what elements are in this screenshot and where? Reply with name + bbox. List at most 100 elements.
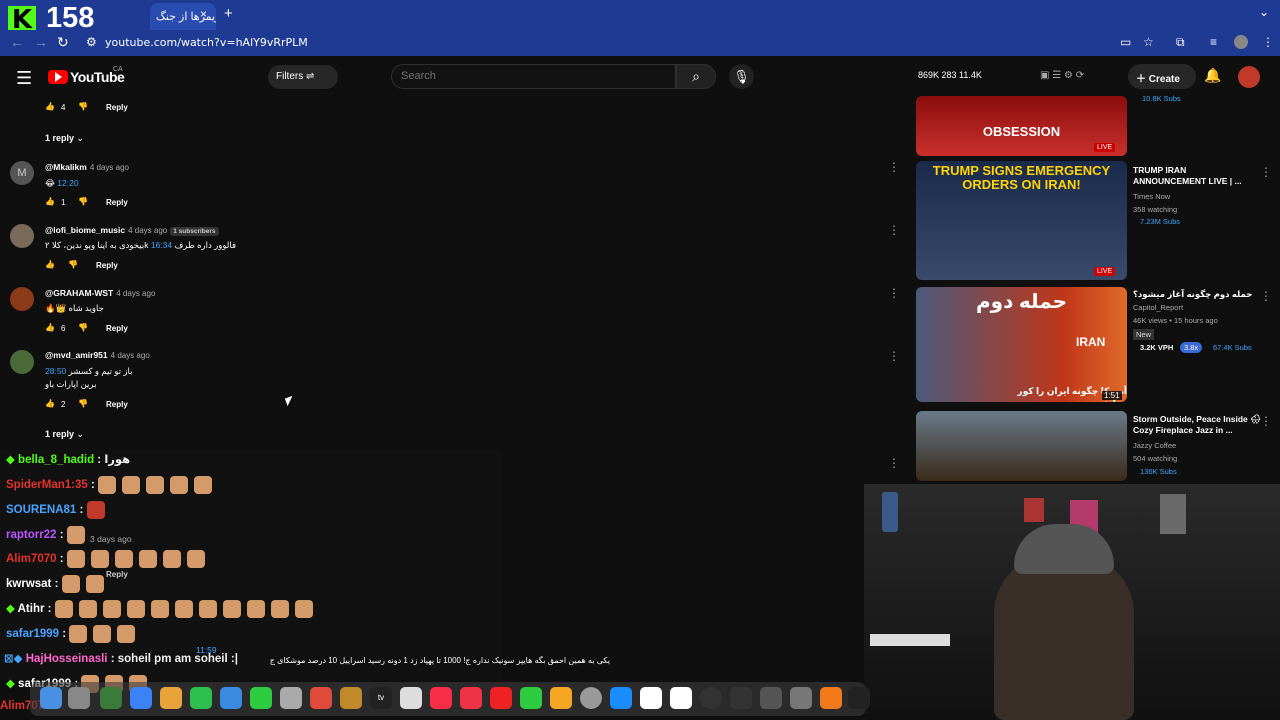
photos-icon[interactable] [280, 687, 302, 709]
launchpad-icon[interactable] [68, 687, 90, 709]
more-options-icon[interactable]: ⋮ [888, 160, 900, 174]
comment-author[interactable]: @Mkalikm 4 days ago [45, 162, 129, 172]
dislike-icon[interactable]: 👎 [78, 323, 88, 332]
back-icon[interactable]: ← [10, 34, 24, 50]
fl-studio-icon[interactable] [820, 687, 842, 709]
new-tab-button[interactable]: + [224, 5, 233, 22]
video-title[interactable]: Storm Outside, Peace Inside 🌧 Cozy Firep… [1133, 414, 1261, 436]
timestamp-link[interactable]: 28:50 [45, 366, 66, 376]
url-field[interactable]: youtube.com/watch?v=hAlY9vRrPLM [105, 36, 308, 49]
like-icon[interactable]: 👍 [45, 399, 55, 408]
channel-name[interactable]: Times Now [1133, 191, 1170, 202]
mail-icon[interactable] [220, 687, 242, 709]
more-options-icon[interactable]: ⋮ [1260, 414, 1272, 428]
news-icon[interactable] [490, 687, 512, 709]
country-code: CA [113, 66, 123, 73]
more-options-icon[interactable]: ⋮ [888, 349, 900, 363]
dislike-icon[interactable]: 👎 [78, 399, 88, 408]
video-thumbnail[interactable]: حمله دوم IRAN آمریکا چگونه ایران را کور … [916, 287, 1127, 402]
reply-button[interactable]: Reply [106, 400, 128, 409]
browser-profile-avatar[interactable] [1234, 35, 1248, 49]
notion-calendar-icon[interactable] [670, 687, 692, 709]
dislike-icon[interactable]: 👎 [68, 260, 78, 269]
bookmark-star-icon[interactable]: ☆ [1143, 35, 1154, 49]
more-options-icon[interactable]: ⋮ [888, 223, 900, 237]
notes-icon[interactable] [340, 687, 362, 709]
app-icon[interactable] [700, 687, 722, 709]
like-icon[interactable]: 👍 [45, 197, 55, 206]
comment-text: 😂 12:20 [45, 178, 79, 188]
replies-toggle[interactable]: 1 reply ⌄ [45, 429, 84, 440]
create-button[interactable]: ＋ Create [1128, 64, 1196, 89]
video-thumbnail[interactable]: TRUMP SIGNS EMERGENCY ORDERS ON IRAN! LI… [916, 161, 1127, 280]
more-options-icon[interactable]: ⋮ [888, 286, 900, 300]
site-info-icon[interactable]: ⚙ [86, 35, 97, 49]
extensions-icon[interactable]: ⧉ [1176, 35, 1185, 50]
browser-menu-icon[interactable]: ⋮ [1262, 35, 1274, 49]
reply-button[interactable]: Reply [106, 198, 128, 207]
more-options-icon[interactable]: ⋮ [1260, 165, 1272, 179]
app-icon[interactable] [730, 687, 752, 709]
search-icon[interactable]: ⌕ [676, 64, 716, 89]
play-icon [55, 72, 62, 82]
channel-name[interactable]: Capitol_Report [1133, 302, 1183, 313]
forward-icon[interactable]: → [34, 34, 48, 50]
filters-button[interactable]: Filters ⇌ [268, 65, 338, 89]
reply-button[interactable]: Reply [96, 261, 118, 270]
tab-close-icon[interactable]: × [200, 7, 207, 21]
messages-icon[interactable] [190, 687, 212, 709]
app-icon[interactable] [310, 687, 332, 709]
music-icon[interactable] [430, 687, 452, 709]
commenter-avatar[interactable] [10, 224, 34, 248]
comment-author[interactable]: @GRAHAM-WST 4 days ago [45, 288, 155, 298]
more-options-icon[interactable]: ⋮ [1260, 289, 1272, 303]
app-icon[interactable] [790, 687, 812, 709]
app-icon[interactable] [760, 687, 782, 709]
video-thumbnail[interactable] [916, 411, 1127, 481]
reply-button[interactable]: Reply [106, 103, 128, 112]
search-input[interactable] [401, 70, 661, 82]
commenter-avatar[interactable] [10, 287, 34, 311]
like-icon[interactable]: 👍 [45, 102, 55, 111]
commenter-avatar[interactable] [10, 350, 34, 374]
video-thumbnail[interactable]: OBSESSION LIVE [916, 96, 1127, 156]
chevron-down-icon[interactable]: ⌄ [1259, 5, 1269, 19]
dislike-icon[interactable]: 👎 [78, 102, 88, 111]
timestamp-link[interactable]: 12:20 [57, 178, 78, 188]
timestamp-link[interactable]: 16:34 [151, 240, 172, 250]
app-icon[interactable] [100, 687, 122, 709]
notion-icon[interactable] [640, 687, 662, 709]
numbers-icon[interactable] [520, 687, 542, 709]
like-icon[interactable]: 👍 [45, 323, 55, 332]
channel-name[interactable]: Jazzy Coffee [1133, 440, 1176, 451]
pages-icon[interactable] [550, 687, 572, 709]
settings-icon[interactable] [580, 687, 602, 709]
video-title[interactable]: TRUMP IRAN ANNOUNCEMENT LIVE | ... [1133, 165, 1261, 187]
files-icon[interactable] [400, 687, 422, 709]
like-icon[interactable]: 👍 [45, 260, 55, 269]
comment-author[interactable]: @lofi_biome_music 4 days ago 1 subscribers [45, 225, 219, 236]
comment-author[interactable]: @mvd_amir951 4 days ago [45, 350, 150, 360]
app-store-icon[interactable] [610, 687, 632, 709]
notifications-bell-icon[interactable]: 🔔 [1204, 67, 1221, 84]
tv-icon[interactable]: tv [370, 687, 392, 709]
more-options-icon[interactable]: ⋮ [888, 456, 900, 470]
video-title[interactable]: حمله دوم چگونه آغاز میشود؟ [1133, 289, 1261, 300]
menu-icon[interactable]: ☰ [16, 68, 32, 89]
reply-button[interactable]: Reply [106, 324, 128, 333]
account-avatar[interactable] [1238, 66, 1260, 88]
extension-icons[interactable]: ▣ ☰ ⚙ ⟳ [1040, 70, 1084, 81]
app-icon[interactable] [848, 687, 870, 709]
microphone-icon[interactable]: 🎙 [729, 64, 754, 89]
commenter-avatar[interactable]: M [10, 161, 34, 185]
cast-icon[interactable]: ▭ [1120, 35, 1131, 49]
calendar-icon[interactable] [460, 687, 482, 709]
dislike-icon[interactable]: 👎 [78, 197, 88, 206]
reload-icon[interactable]: ↻ [57, 34, 69, 51]
facetime-icon[interactable] [250, 687, 272, 709]
safari-icon[interactable] [130, 687, 152, 709]
reading-list-icon[interactable]: ≡ [1210, 35, 1217, 49]
chrome-icon[interactable] [160, 687, 182, 709]
finder-icon[interactable] [40, 687, 62, 709]
replies-toggle[interactable]: 1 reply ⌄ [45, 133, 84, 144]
